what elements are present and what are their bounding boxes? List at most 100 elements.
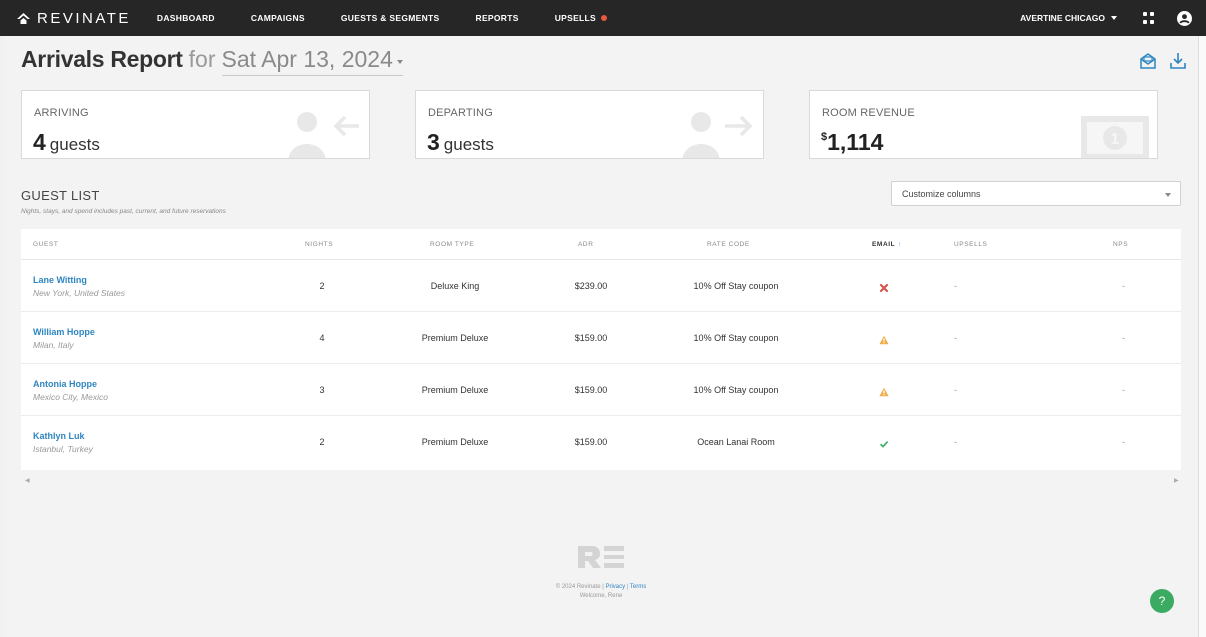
adr-cell: $159.00 <box>574 385 608 395</box>
guest-name-link[interactable]: Antonia Hoppe <box>33 379 97 389</box>
nights-cell: 3 <box>319 385 325 395</box>
room-type-cell: Premium Deluxe <box>421 437 489 447</box>
customize-columns-label: Customize columns <box>902 189 981 199</box>
revenue-label: ROOM REVENUE <box>822 107 915 119</box>
nav-campaigns[interactable]: CAMPAIGNS <box>251 13 305 23</box>
col-guest[interactable]: GUEST <box>33 241 58 248</box>
help-button[interactable]: ? <box>1150 589 1174 613</box>
adr-cell: $239.00 <box>574 281 608 291</box>
revinate-footer-logo-icon <box>578 546 624 568</box>
svg-text:1: 1 <box>1111 131 1120 148</box>
main-nav: DASHBOARD CAMPAIGNS GUESTS & SEGMENTS RE… <box>157 13 643 23</box>
col-adr[interactable]: ADR <box>578 241 594 248</box>
report-actions <box>1128 51 1188 71</box>
nps-cell: - <box>1122 385 1125 395</box>
welcome-text: Welcome, Rene <box>579 593 623 599</box>
arriving-card: ARRIVING 4 guests <box>21 90 370 159</box>
departing-count: 3 <box>427 129 440 155</box>
rate-code-cell: Ocean Lanai Room <box>697 437 775 447</box>
table-row: William Hoppe Milan, Italy 4 Premium Deluxe… <box>21 312 1181 364</box>
footer-line-1: © 2024 Revinate | Privacy | Terms <box>4 583 1198 592</box>
room-type-cell: Premium Deluxe <box>421 333 489 343</box>
property-name: AVERTINE CHICAGO <box>1020 13 1105 23</box>
adr-cell: $159.00 <box>574 437 608 447</box>
apps-grid-icon[interactable] <box>1143 12 1155 24</box>
table-row: Lane Witting New York, United States 2 Delu… <box>21 260 1181 312</box>
room-revenue-card: ROOM REVENUE $ 1,114 1 <box>809 90 1158 159</box>
col-upsells[interactable]: UPSELLS <box>954 241 987 248</box>
col-nps[interactable]: NPS <box>1113 241 1128 248</box>
property-selector[interactable]: AVERTINE CHICAGO <box>1020 13 1117 23</box>
arriving-unit: guests <box>49 135 100 154</box>
chevron-down-icon <box>396 59 403 64</box>
nav-upsells-label: UPSELLS <box>554 13 597 23</box>
banknote-icon: 1 <box>1081 116 1149 158</box>
guest-name-link[interactable]: Kathlyn Luk <box>33 431 85 441</box>
brand-logo[interactable]: REVINATE <box>17 10 131 27</box>
date-value: Sat Apr 13, 2024 <box>221 46 393 72</box>
scroll-left-arrow-icon[interactable]: ◀ <box>25 477 30 484</box>
scroll-right-arrow-icon[interactable]: ▶ <box>1174 477 1179 484</box>
room-type-cell: Deluxe King <box>430 281 480 291</box>
notification-dot <box>601 15 608 21</box>
arriving-count: 4 <box>33 129 46 155</box>
user-account-icon[interactable] <box>1177 10 1192 26</box>
upsells-cell: - <box>954 281 957 291</box>
terms-link[interactable]: Terms <box>630 584 646 590</box>
nights-cell: 4 <box>319 333 325 343</box>
window-scrollbar[interactable] <box>1198 36 1206 637</box>
guest-table: GUEST NIGHTS ROOM TYPE ADR RATE CODE EMA… <box>21 229 1181 470</box>
arriving-label: ARRIVING <box>34 107 89 119</box>
nav-right: AVERTINE CHICAGO <box>1020 10 1206 26</box>
email-warning-icon[interactable] <box>879 384 889 397</box>
sort-arrow-up-icon: ↑ <box>898 241 903 248</box>
upsells-cell: - <box>954 437 957 447</box>
page-title: Arrivals Report for Sat Apr 13, 2024 <box>21 46 403 76</box>
download-icon[interactable] <box>1168 51 1188 71</box>
person-arrow-left-icon <box>288 112 359 158</box>
email-report-icon[interactable] <box>1138 51 1158 71</box>
nps-cell: - <box>1122 333 1125 343</box>
nps-cell: - <box>1122 281 1125 291</box>
guest-location: Mexico City, Mexico <box>33 392 108 402</box>
room-type-cell: Premium Deluxe <box>421 385 489 395</box>
footer-separator: | <box>626 584 629 590</box>
col-rate-code[interactable]: RATE CODE <box>707 241 750 248</box>
upsells-cell: - <box>954 333 957 343</box>
customize-columns-select[interactable]: Customize columns <box>891 181 1181 206</box>
rate-code-cell: 10% Off Stay coupon <box>693 385 779 395</box>
brand-name: REVINATE <box>37 9 131 27</box>
departing-label: DEPARTING <box>428 107 493 119</box>
guest-location: Istanbul, Turkey <box>33 444 93 454</box>
col-email-label: EMAIL <box>872 241 896 248</box>
report-title: Arrivals Report <box>21 46 183 72</box>
col-room-type[interactable]: ROOM TYPE <box>430 241 474 248</box>
revenue-value: $ 1,114 <box>821 129 883 156</box>
table-row: Kathlyn Luk Istanbul, Turkey 2 Premium Delu… <box>21 416 1181 468</box>
revinate-logo-icon <box>17 12 30 24</box>
nav-guests-segments[interactable]: GUESTS & SEGMENTS <box>341 13 440 23</box>
privacy-link[interactable]: Privacy <box>605 584 625 590</box>
table-header: GUEST NIGHTS ROOM TYPE ADR RATE CODE EMA… <box>21 229 1181 260</box>
col-email[interactable]: EMAIL ↑ <box>872 241 902 248</box>
guest-name-link[interactable]: William Hoppe <box>33 327 95 337</box>
nav-dashboard[interactable]: DASHBOARD <box>157 13 215 23</box>
rate-code-cell: 10% Off Stay coupon <box>693 333 779 343</box>
revenue-amount: 1,114 <box>827 129 884 155</box>
nav-upsells[interactable]: UPSELLS <box>554 13 608 23</box>
email-invalid-x-icon[interactable] <box>879 280 889 293</box>
guest-list-title: GUEST LIST <box>21 188 100 203</box>
adr-cell: $159.00 <box>574 333 608 343</box>
date-picker[interactable]: Sat Apr 13, 2024 <box>221 46 403 76</box>
email-valid-check-icon[interactable] <box>879 436 889 448</box>
table-row: Antonia Hoppe Mexico City, Mexico 3 Premium… <box>21 364 1181 416</box>
title-for-word: for <box>188 46 216 72</box>
guest-name-link[interactable]: Lane Witting <box>33 275 87 285</box>
email-warning-icon[interactable] <box>879 332 889 345</box>
nav-reports[interactable]: REPORTS <box>476 13 519 23</box>
col-nights[interactable]: NIGHTS <box>305 241 333 248</box>
top-navigation: REVINATE DASHBOARD CAMPAIGNS GUESTS & SE… <box>0 0 1206 36</box>
arriving-value: 4 guests <box>33 129 100 156</box>
nights-cell: 2 <box>319 437 325 447</box>
chevron-down-icon <box>1111 16 1117 20</box>
